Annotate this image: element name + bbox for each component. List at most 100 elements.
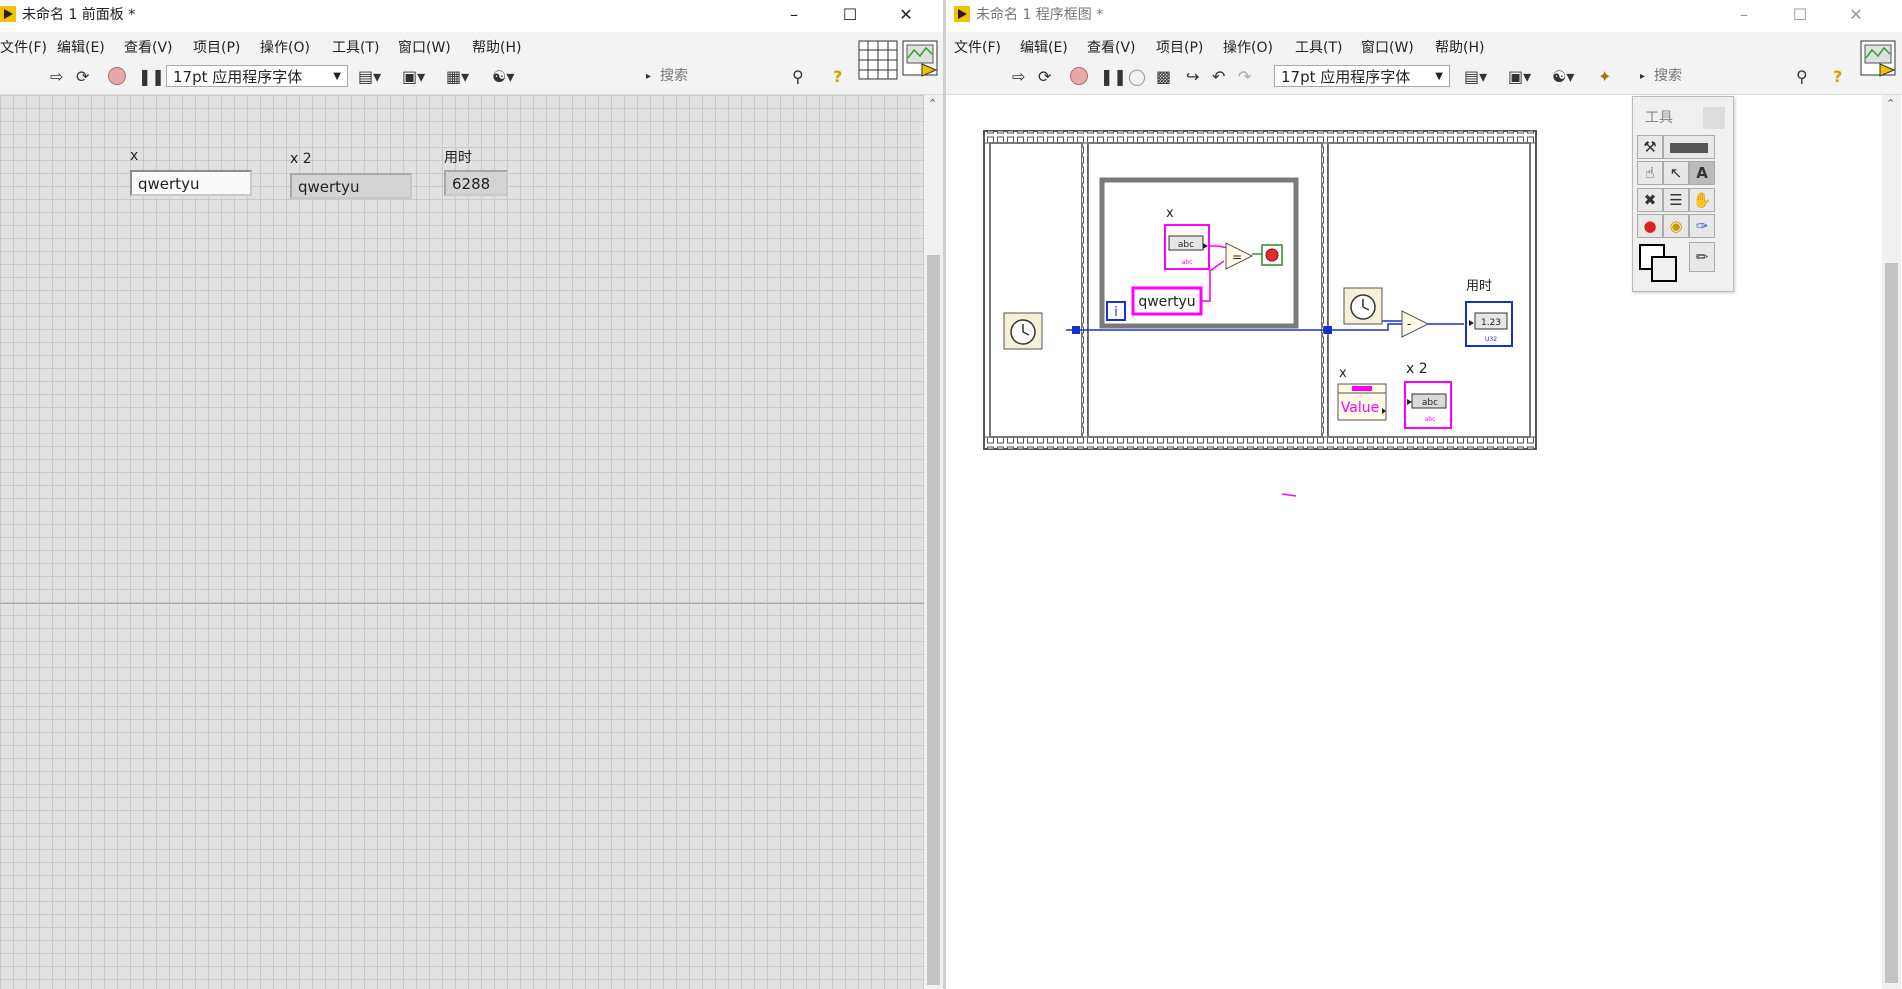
help-icon[interactable]: ? xyxy=(1833,68,1842,86)
maximize-icon[interactable]: ☐ xyxy=(822,0,878,30)
pause-icon[interactable]: ❚❚ xyxy=(138,68,165,86)
set-breakpoint-tool-icon[interactable]: ● xyxy=(1637,214,1663,238)
x-terminal-label: x xyxy=(1166,206,1174,221)
brush-tool-icon[interactable]: ✏ xyxy=(1689,242,1715,272)
front-panel-vscroll[interactable]: ⌃ xyxy=(924,95,943,989)
minimize-icon[interactable]: – xyxy=(1716,0,1772,30)
front-panel-titlebar[interactable]: 未命名 1 前面板 * – ☐ ✕ xyxy=(0,0,945,30)
font-select[interactable]: 17pt 应用程序字体 ▼ xyxy=(166,65,348,87)
object-shortcut-menu-tool-icon[interactable]: ☰ xyxy=(1663,188,1689,212)
menu-file[interactable]: 文件(F) xyxy=(0,37,47,57)
step-into-icon[interactable]: ↪ xyxy=(1186,68,1199,86)
scroll-window-tool-icon[interactable]: ✋ xyxy=(1689,188,1715,212)
reorder-icon[interactable]: ☯▾ xyxy=(492,68,514,86)
sequence-frame-2[interactable] xyxy=(1087,142,1323,438)
scroll-thumb[interactable] xyxy=(1885,263,1898,983)
highlight-execution-icon[interactable]: ◯ xyxy=(1128,68,1146,86)
string-constant-text: qwertyu xyxy=(1138,294,1195,310)
run-continuous-icon[interactable]: ⟳ xyxy=(76,68,89,86)
block-diagram-window: 未命名 1 程序框图 * – ☐ ✕ 文件(F) 编辑(E) 查看(V) 项目(… xyxy=(946,0,1902,989)
search-input[interactable]: 搜索 xyxy=(660,65,788,87)
run-continuous-icon[interactable]: ⟳ xyxy=(1038,68,1051,86)
sequence-frame-1[interactable] xyxy=(989,142,1083,438)
tick-count-node-1[interactable] xyxy=(1003,312,1043,350)
abort-icon[interactable] xyxy=(108,67,126,85)
step-out-icon[interactable]: ↷ xyxy=(1238,68,1251,86)
scroll-thumb[interactable] xyxy=(927,255,940,985)
vi-icon[interactable] xyxy=(902,40,938,80)
menu-operate[interactable]: 操作(O) xyxy=(260,37,310,57)
front-panel-window: 未命名 1 前面板 * – ☐ ✕ 文件(F) 编辑(E) 查看(V) 项目(P… xyxy=(0,0,945,989)
menu-project[interactable]: 项目(P) xyxy=(1156,37,1203,57)
font-select[interactable]: 17pt 应用程序字体 ▼ xyxy=(1274,65,1450,87)
loop-stop-terminal[interactable] xyxy=(1261,244,1283,266)
close-icon[interactable]: ✕ xyxy=(1828,0,1884,30)
block-diagram-vscroll[interactable]: ⌃ xyxy=(1882,95,1901,989)
get-color-tool-icon[interactable]: ✑ xyxy=(1689,214,1715,238)
menu-window[interactable]: 窗口(W) xyxy=(1361,37,1414,57)
front-panel-canvas[interactable] xyxy=(0,95,924,989)
connector-pane-icon[interactable] xyxy=(858,40,898,80)
close-icon[interactable]: ✕ xyxy=(878,0,934,30)
scroll-up-icon[interactable]: ⌃ xyxy=(928,97,937,110)
string-constant-qwertyu[interactable]: qwertyu xyxy=(1131,286,1203,316)
operate-value-tool-icon[interactable]: ☝ xyxy=(1637,161,1663,185)
edit-text-tool-icon[interactable]: A xyxy=(1689,161,1715,185)
position-size-tool-icon[interactable]: ↖ xyxy=(1663,161,1689,185)
svg-text:-: - xyxy=(1407,317,1411,331)
search-icon[interactable]: ⚲ xyxy=(792,68,804,86)
x-string-control-terminal[interactable]: abc abc xyxy=(1164,224,1210,270)
cleanup-diagram-icon[interactable]: ✦ xyxy=(1598,68,1611,86)
vi-icon[interactable] xyxy=(1860,40,1896,80)
labview-icon xyxy=(0,6,16,22)
menu-operate[interactable]: 操作(O) xyxy=(1223,37,1273,57)
run-icon[interactable]: ⇨ xyxy=(1012,68,1025,86)
maximize-icon[interactable]: ☐ xyxy=(1772,0,1828,30)
resize-objects-icon[interactable]: ▦▾ xyxy=(446,68,469,86)
tick-count-node-2[interactable] xyxy=(1343,287,1383,325)
menu-help[interactable]: 帮助(H) xyxy=(472,37,521,57)
tunnel-2[interactable] xyxy=(1324,326,1332,334)
align-objects-icon[interactable]: ▤▾ xyxy=(1464,68,1487,86)
pause-icon[interactable]: ❚❚ xyxy=(1100,68,1127,86)
elapsed-indicator-label: 用时 xyxy=(444,150,472,166)
set-color-tool-icon[interactable] xyxy=(1637,242,1677,282)
menu-edit[interactable]: 编辑(E) xyxy=(1020,37,1068,57)
search-icon[interactable]: ⚲ xyxy=(1796,68,1808,86)
distribute-objects-icon[interactable]: ▣▾ xyxy=(1508,68,1531,86)
retain-wire-values-icon[interactable]: ▩ xyxy=(1156,68,1171,86)
minimize-icon[interactable]: – xyxy=(766,0,822,30)
menu-view[interactable]: 查看(V) xyxy=(1087,37,1136,57)
elapsed-numeric-indicator-terminal[interactable]: 1.23 U32 xyxy=(1465,301,1513,347)
menu-view[interactable]: 查看(V) xyxy=(124,37,173,57)
search-input[interactable]: 搜索 xyxy=(1654,65,1774,87)
menu-window[interactable]: 窗口(W) xyxy=(398,37,451,57)
align-objects-icon[interactable]: ▤▾ xyxy=(358,68,381,86)
scroll-up-icon[interactable]: ⌃ xyxy=(1886,97,1895,110)
help-icon[interactable]: ? xyxy=(833,68,842,86)
x2-string-indicator-terminal[interactable]: abc abc xyxy=(1404,381,1452,429)
reorder-icon[interactable]: ☯▾ xyxy=(1552,68,1574,86)
probe-data-tool-icon[interactable]: ◉ xyxy=(1663,214,1689,238)
menu-help[interactable]: 帮助(H) xyxy=(1435,37,1484,57)
tunnel-1[interactable] xyxy=(1072,326,1080,334)
menu-edit[interactable]: 编辑(E) xyxy=(57,37,105,57)
menu-tools[interactable]: 工具(T) xyxy=(1295,37,1342,57)
abort-icon[interactable] xyxy=(1070,67,1088,85)
connect-wire-tool-icon[interactable]: ✖ xyxy=(1637,188,1663,212)
automatic-tool-icon[interactable]: ⚒ xyxy=(1637,135,1663,159)
value-property-node[interactable]: Value xyxy=(1337,383,1387,421)
menu-tools[interactable]: 工具(T) xyxy=(332,37,379,57)
auto-select-indicator[interactable] xyxy=(1663,135,1715,159)
x-string-control[interactable]: qwertyu xyxy=(130,170,252,196)
block-diagram-titlebar[interactable]: 未命名 1 程序框图 * – ☐ ✕ xyxy=(946,0,1902,30)
block-diagram-canvas[interactable]: i x abc abc = qwertyu - 用时 1.23 U32 x Va… xyxy=(946,95,1882,989)
tools-palette[interactable]: 工具 ⚒ ☝ ↖ A ✖ ☰ ✋ ● ◉ ✑ ✏ xyxy=(1632,96,1734,292)
step-over-icon[interactable]: ↶ xyxy=(1212,68,1225,86)
labview-icon xyxy=(954,6,970,22)
tools-palette-close[interactable] xyxy=(1703,107,1725,129)
menu-file[interactable]: 文件(F) xyxy=(954,37,1001,57)
menu-project[interactable]: 项目(P) xyxy=(193,37,240,57)
run-icon[interactable]: ⇨ xyxy=(50,68,63,86)
distribute-objects-icon[interactable]: ▣▾ xyxy=(402,68,425,86)
